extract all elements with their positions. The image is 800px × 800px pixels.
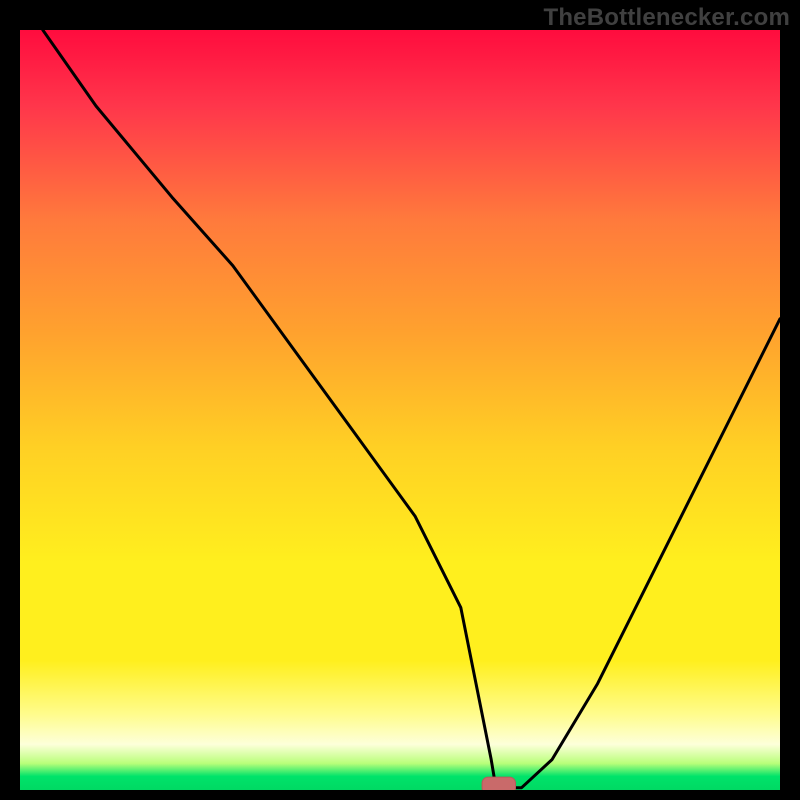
optimal-point-marker: [482, 777, 515, 790]
watermark-text: TheBottlenecker.com: [543, 4, 790, 32]
chart-frame: TheBottlenecker.com: [0, 0, 800, 800]
bottleneck-chart-svg: [20, 30, 780, 790]
gradient-background: [20, 30, 780, 790]
plot-area: [20, 30, 780, 790]
